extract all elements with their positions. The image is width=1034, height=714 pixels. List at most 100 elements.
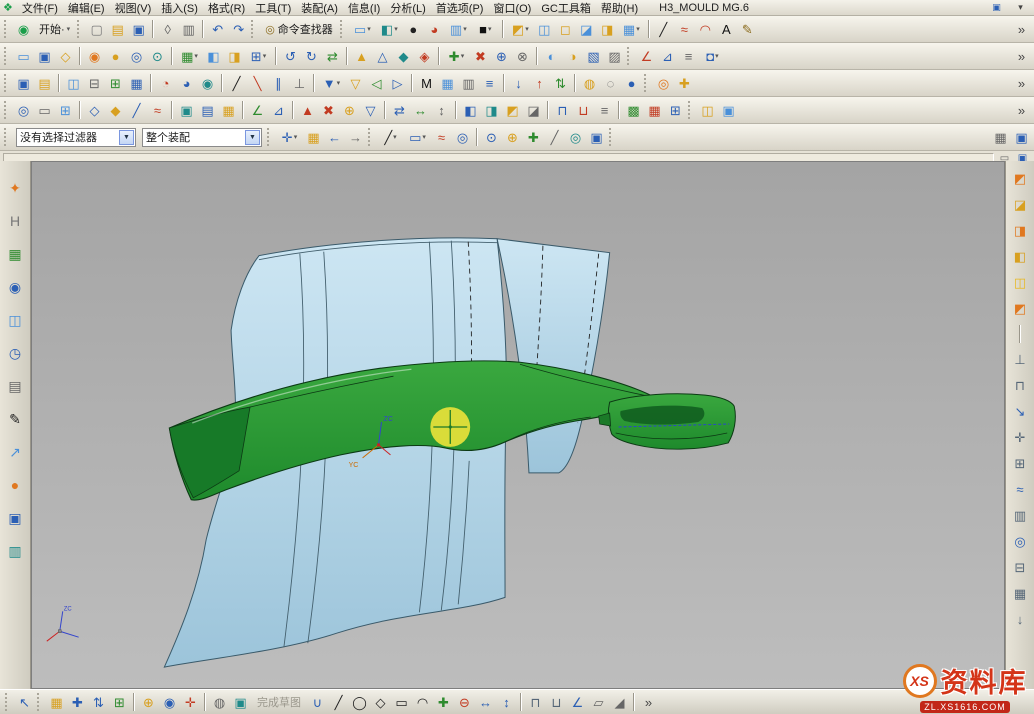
rotate-cw-icon[interactable]: ↻ [301, 46, 322, 67]
delete-icon[interactable]: ✖ [318, 100, 339, 121]
chevron-down-icon[interactable]: ▼ [119, 130, 134, 145]
color-grid-icon[interactable]: ▩ [623, 100, 644, 121]
assembly-navigator-icon[interactable]: ✦ [4, 177, 26, 198]
line-icon[interactable]: ╱ [328, 692, 349, 713]
window-overflow-icon[interactable]: ▣ [986, 0, 1007, 18]
core-grid-icon[interactable]: ▥ [458, 73, 479, 94]
toolbar-grip[interactable] [251, 20, 256, 38]
cup-icon[interactable]: ⊔ [546, 692, 567, 713]
copy-icon[interactable]: ▥ [178, 19, 199, 40]
menubar-item[interactable]: 编辑(E) [63, 0, 110, 16]
menubar-item[interactable]: 视图(V) [110, 0, 157, 16]
panel-icon[interactable]: ▣ [230, 692, 251, 713]
diamond-icon[interactable]: ◇ [84, 100, 105, 121]
parallelogram-icon[interactable]: ▱ [588, 692, 609, 713]
bounds-icon[interactable]: ▭ [34, 100, 55, 121]
perpendicular-icon[interactable]: ⊥ [289, 73, 310, 94]
menubar-item[interactable]: 分析(L) [385, 0, 430, 16]
sphere-primitive-icon[interactable]: ● [105, 46, 126, 67]
taper-icon[interactable]: △ [372, 46, 393, 67]
circle-icon[interactable]: ◯ [349, 692, 370, 713]
rendered-ball-icon[interactable]: ◕ [424, 19, 445, 40]
graphics-window[interactable]: ZC YC ZC [31, 161, 1005, 689]
boolean-icon[interactable]: ⊞ [245, 46, 272, 67]
window-menu-arrow-icon[interactable]: ▾ [1010, 0, 1031, 18]
triangle-icon[interactable]: ⊿ [657, 46, 678, 67]
horizontal-icon[interactable]: ↔ [410, 100, 431, 121]
plus-grid-icon[interactable]: ⊞ [109, 692, 130, 713]
toolbar-grip[interactable] [37, 693, 42, 711]
split-view-icon[interactable]: ◫ [697, 100, 718, 121]
add-feature-icon[interactable]: ✚ [443, 46, 470, 67]
horizontal-constraint-icon[interactable]: ↔ [475, 692, 496, 713]
menubar-item[interactable]: 信息(I) [343, 0, 385, 16]
front-view-icon[interactable]: ◫ [534, 19, 555, 40]
color-swatch[interactable]: ■ [472, 19, 499, 40]
pin-icon[interactable]: ▣ [1011, 127, 1032, 148]
intersection-snap-icon[interactable]: ✚ [523, 127, 544, 148]
rectangle-icon[interactable]: ▭ [391, 692, 412, 713]
updown-icon[interactable]: ⇅ [550, 73, 571, 94]
cut-icon[interactable]: ◊ [157, 19, 178, 40]
dot-outline-icon[interactable]: ◌ [600, 73, 621, 94]
right-tool-icon[interactable]: ▷ [387, 73, 408, 94]
quadrant-2-icon[interactable]: ◨ [481, 100, 502, 121]
save-icon[interactable]: ▣ [128, 19, 149, 40]
updown-icon[interactable]: ⇅ [88, 692, 109, 713]
three-quarter-icon[interactable]: ◕ [176, 73, 197, 94]
cavity-grid-icon[interactable]: ▦ [437, 73, 458, 94]
toolbar-overflow-icon[interactable]: » [1011, 46, 1032, 67]
down-tool-icon[interactable]: ↓ [1009, 610, 1031, 629]
list-icon[interactable]: ≡ [678, 46, 699, 67]
constraint-navigator-icon[interactable]: H [4, 210, 26, 231]
grid-toggle-icon[interactable]: ▦ [46, 692, 67, 713]
dot-shade-icon[interactable]: ◍ [579, 73, 600, 94]
exchange-icon[interactable]: ⇄ [389, 100, 410, 121]
target-icon[interactable]: ◉ [197, 73, 218, 94]
point-icon[interactable]: ◎ [126, 46, 147, 67]
open-file-icon[interactable]: ▤ [107, 19, 128, 40]
line-snap-icon[interactable]: ╱ [377, 127, 404, 148]
system-materials-icon[interactable]: ▤ [4, 375, 26, 396]
layers-icon[interactable]: ≡ [594, 100, 615, 121]
more-tools-icon[interactable]: ◘ [699, 46, 726, 67]
vertical-icon[interactable]: ↕ [431, 100, 452, 121]
mesh-icon[interactable]: ▦ [218, 100, 239, 121]
roles-icon[interactable]: ● [4, 474, 26, 495]
angle-measure-icon[interactable]: ∠ [247, 100, 268, 121]
datum-icon[interactable]: ◇ [55, 46, 76, 67]
visual-style-icon[interactable]: ▥ [445, 19, 472, 40]
expand-icon[interactable]: ⊞ [105, 73, 126, 94]
sheet-icon[interactable]: ▤ [197, 100, 218, 121]
window-style-icon[interactable]: ▭ [349, 19, 376, 40]
mold-box-4-icon[interactable]: ◧ [1009, 247, 1031, 266]
toolbar-grip[interactable] [4, 128, 9, 146]
menubar-item[interactable]: 格式(R) [203, 0, 250, 16]
quarter-icon[interactable]: ◔ [155, 73, 176, 94]
spline-tool-icon[interactable]: ≈ [674, 19, 695, 40]
quadrant-3-icon[interactable]: ◩ [502, 100, 523, 121]
blue-grid-icon[interactable]: ⊞ [665, 100, 686, 121]
snap-cross-icon[interactable]: ✛ [276, 127, 303, 148]
toolbar-grip[interactable] [5, 693, 10, 711]
new-file-icon[interactable]: ▢ [86, 19, 107, 40]
quadrant-4-icon[interactable]: ◪ [523, 100, 544, 121]
quadrant-snap-icon[interactable]: ⊕ [502, 127, 523, 148]
text-tool-icon[interactable]: A [716, 19, 737, 40]
vertical-constraint-icon[interactable]: ↕ [496, 692, 517, 713]
curve-analysis-icon[interactable]: ≈ [147, 100, 168, 121]
center-snap-icon[interactable]: ⊙ [481, 127, 502, 148]
mold-box-6-icon[interactable]: ◩ [1009, 299, 1031, 318]
revolve-icon[interactable]: ◧ [203, 46, 224, 67]
3d-viewport[interactable]: ZC YC ZC [32, 162, 1004, 688]
snap-point-icon[interactable]: ▣ [34, 46, 55, 67]
cross-icon[interactable]: ✛ [180, 692, 201, 713]
toolbar-grip[interactable] [4, 47, 9, 65]
toolbar-grip[interactable] [609, 128, 614, 146]
target-icon[interactable]: ◉ [159, 692, 180, 713]
snap-grid-icon[interactable]: ▦ [303, 127, 324, 148]
toolbar-overflow-icon[interactable]: » [1011, 100, 1032, 121]
menubar-item[interactable]: 装配(A) [296, 0, 343, 16]
cap-icon[interactable]: ⊓ [552, 100, 573, 121]
angle-icon[interactable]: ∠ [636, 46, 657, 67]
